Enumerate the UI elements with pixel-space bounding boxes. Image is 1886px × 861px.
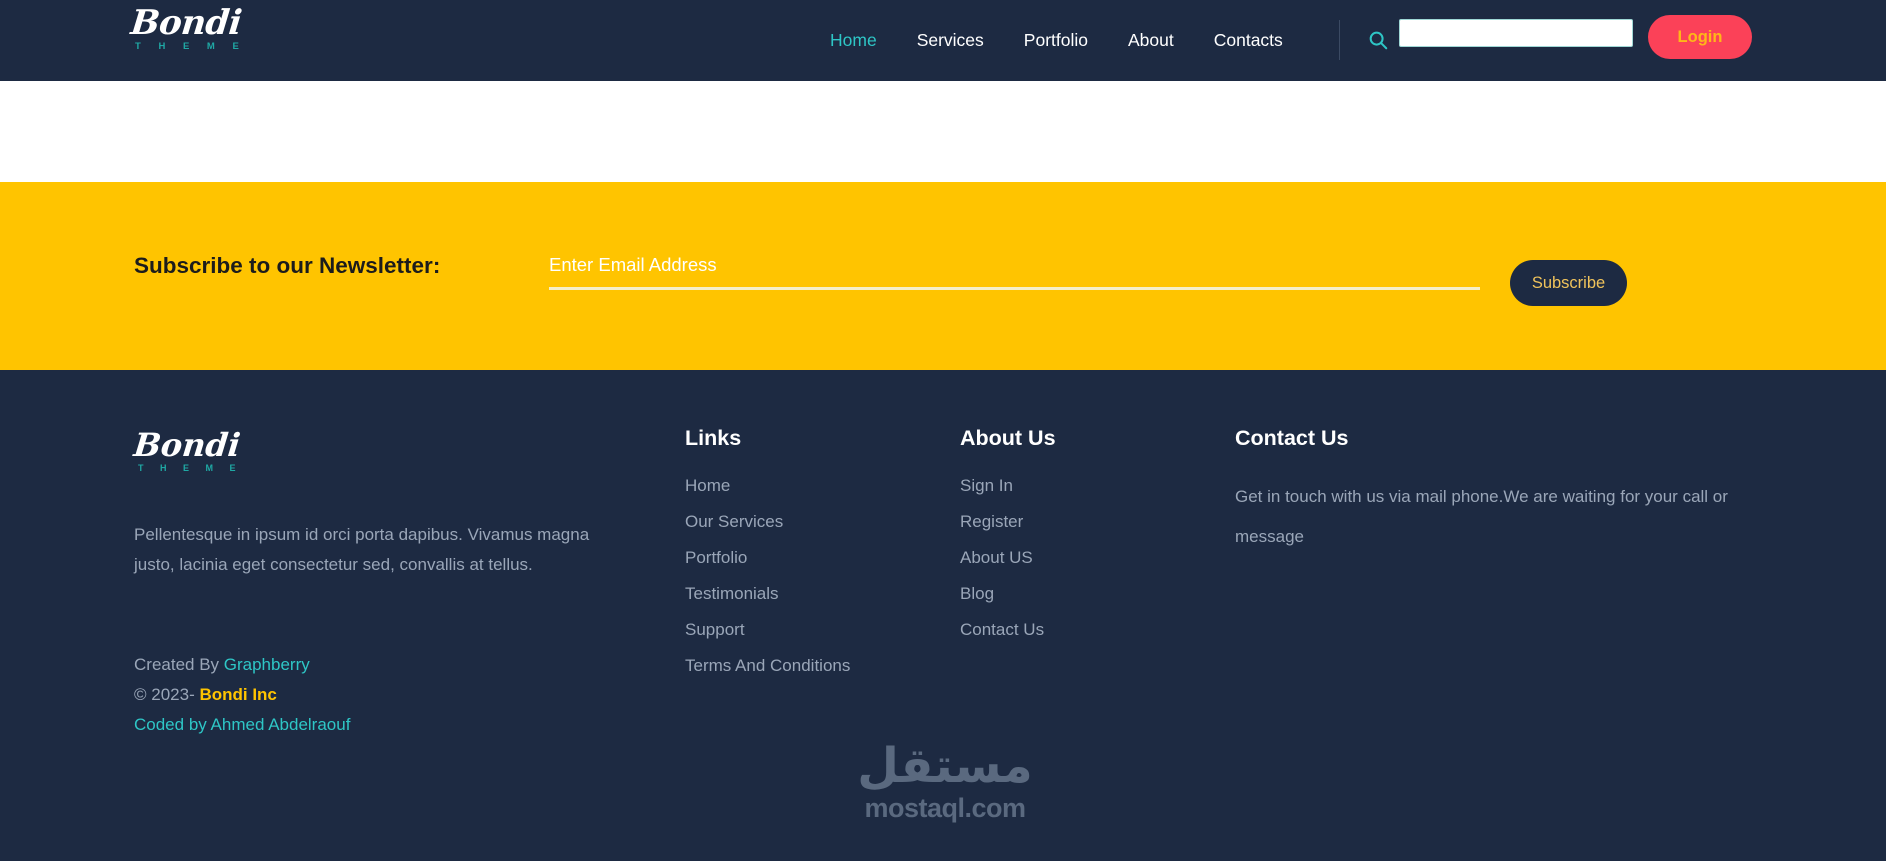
page-root: Bondi T H E M E Home Services Portfolio … (0, 0, 1886, 861)
footer-logo-wordmark: Bondi (132, 426, 243, 464)
list-item: Contact Us (960, 620, 1056, 640)
footer-logo-subtitle: T H E M E (138, 463, 243, 473)
nav-item-about[interactable]: About (1108, 30, 1194, 51)
footer-link-contact-us[interactable]: Contact Us (960, 620, 1044, 639)
search-icon[interactable] (1360, 22, 1396, 58)
footer-link-terms[interactable]: Terms And Conditions (685, 656, 850, 675)
list-item: Support (685, 620, 850, 640)
credit-copyright-label: © 2023- (134, 685, 200, 704)
list-item: Testimonials (685, 584, 850, 604)
footer-about-column: About Us Sign In Register About US Blog … (960, 426, 1056, 656)
footer-link-register[interactable]: Register (960, 512, 1023, 531)
nav-item-home[interactable]: Home (810, 30, 897, 51)
footer-link-our-services[interactable]: Our Services (685, 512, 783, 531)
site-header: Bondi T H E M E Home Services Portfolio … (0, 0, 1886, 81)
list-item: About US (960, 548, 1056, 568)
nav-divider (1339, 20, 1340, 60)
footer-contact-text: Get in touch with us via mail phone.We a… (1235, 487, 1728, 546)
content-gap (0, 81, 1886, 182)
footer-links-title: Links (685, 426, 742, 450)
list-item: Portfolio (685, 548, 850, 568)
login-button[interactable]: Login (1648, 15, 1752, 59)
footer-link-testimonials[interactable]: Testimonials (685, 584, 779, 603)
subscribe-button[interactable]: Subscribe (1510, 260, 1627, 306)
footer-about-list: Sign In Register About US Blog Contact U… (960, 476, 1056, 640)
list-item: Terms And Conditions (685, 656, 850, 676)
list-item: Blog (960, 584, 1056, 604)
credit-coded-by-link[interactable]: Coded by Ahmed Abdelraouf (134, 715, 350, 734)
logo-wordmark: Bondi (128, 3, 244, 43)
footer-contact-title: Contact Us (1235, 426, 1349, 450)
nav-item-services[interactable]: Services (897, 30, 1004, 51)
footer-about-title: About Us (960, 426, 1056, 450)
list-item: Sign In (960, 476, 1056, 496)
newsletter-title: Subscribe to our Newsletter: (134, 253, 441, 278)
footer-credits: Created By Graphberry © 2023- Bondi Inc … (134, 650, 350, 740)
footer-link-portfolio[interactable]: Portfolio (685, 548, 747, 567)
credit-copyright: © 2023- Bondi Inc (134, 680, 350, 710)
credit-company-name: Bondi Inc (199, 685, 277, 704)
credit-created-by-label: Created By (134, 655, 224, 674)
footer-link-blog[interactable]: Blog (960, 584, 994, 603)
footer-links-list: Home Our Services Portfolio Testimonials… (685, 476, 850, 676)
credit-coded-by-row: Coded by Ahmed Abdelraouf (134, 710, 350, 740)
site-footer: Bondi T H E M E Pellentesque in ipsum id… (0, 370, 1886, 861)
footer-about-text: Pellentesque in ipsum id orci porta dapi… (134, 525, 590, 574)
nav-item-portfolio[interactable]: Portfolio (1004, 30, 1108, 51)
nav-item-contacts[interactable]: Contacts (1194, 30, 1303, 51)
header-logo[interactable]: Bondi T H E M E (128, 3, 261, 52)
main-navigation: Home Services Portfolio About Contacts (810, 0, 1303, 81)
list-item: Our Services (685, 512, 850, 532)
footer-link-support[interactable]: Support (685, 620, 745, 639)
footer-link-sign-in[interactable]: Sign In (960, 476, 1013, 495)
footer-contact-column: Contact Us Get in touch with us via mail… (1235, 426, 1765, 557)
credit-graphberry-link[interactable]: Graphberry (224, 655, 310, 674)
footer-link-home[interactable]: Home (685, 476, 730, 495)
list-item: Register (960, 512, 1056, 532)
footer-link-about-us[interactable]: About US (960, 548, 1033, 567)
credit-created-by: Created By Graphberry (134, 650, 350, 680)
footer-links-column: Links Home Our Services Portfolio Testim… (685, 426, 850, 692)
list-item: Home (685, 476, 850, 496)
newsletter-email-input[interactable] (549, 242, 1480, 290)
footer-logo[interactable]: Bondi T H E M E (132, 426, 264, 473)
search-input[interactable] (1399, 19, 1633, 47)
